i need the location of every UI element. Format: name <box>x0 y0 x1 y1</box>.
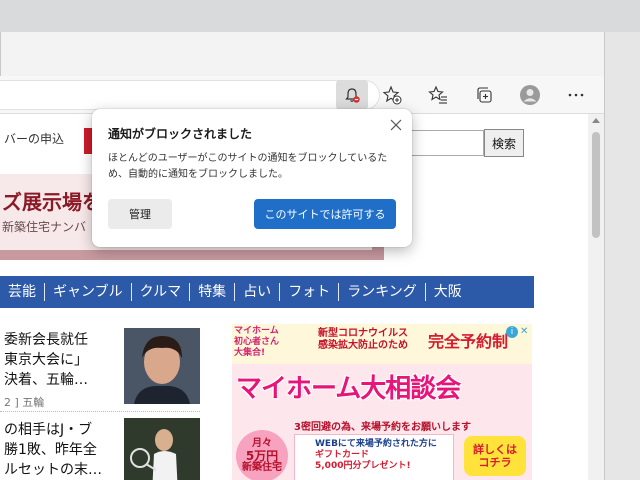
news-headline-line: 委新会長就任 <box>4 332 88 348</box>
category-nav: 芸能 ギャンブル クルマ 特集 占い フォト ランキング 大阪 <box>0 276 534 308</box>
ad-top-caption: 新型コロナウイルス 感染拡大防止のため <box>318 328 408 351</box>
manage-button[interactable]: 管理 <box>108 199 172 229</box>
ad-price-badge: 月々 5万円 新築住宅 <box>236 430 288 480</box>
list-item[interactable]: の相手はJ・ブ 勝1敗、昨年全 ルセットの末… <box>0 416 200 480</box>
ad-top-band: マイホーム 初心者さん 大集合! 新型コロナウイルス 感染拡大防止のため 完全予… <box>232 324 532 364</box>
banner-title: ズ展示場を <box>2 190 102 214</box>
news-headline-line: 決着、五輪… <box>4 372 88 388</box>
nav-item-ranking[interactable]: ランキング <box>339 283 426 301</box>
nav-item-fortune[interactable]: 占い <box>235 283 281 301</box>
ad-price-line: 5万円 <box>245 449 279 463</box>
more-button[interactable] <box>560 80 592 110</box>
ad-subtitle: 3密回避の為、来場予約をお願いします <box>294 422 471 433</box>
avatar <box>520 85 540 105</box>
ad-cta-line: コチラ <box>478 456 512 469</box>
news-list: 委新会長就任 東京大会に」 決着、五輪… 2 ] 五輪 の相手はJ・ブ 勝1敗、… <box>0 326 200 480</box>
ad-left-caption: マイホーム 初心者さん 大集合! <box>234 326 280 358</box>
search-button[interactable]: 検索 <box>484 129 524 157</box>
news-headline-line: の相手はJ・ブ <box>4 422 93 438</box>
popup-title: 通知がブロックされました <box>108 127 253 141</box>
star-plus-icon <box>382 85 402 105</box>
news-headline-line: 東京大会に」 <box>4 352 88 368</box>
collections-button[interactable] <box>468 80 500 110</box>
address-bar[interactable] <box>0 80 380 110</box>
ad-headline: 完全予約制 <box>428 332 509 351</box>
popup-close-button[interactable] <box>388 117 404 133</box>
banner-subtitle: 新築住宅ナンバ <box>2 220 87 234</box>
favorites-button[interactable] <box>422 80 454 110</box>
news-headline-line: ルセットの末… <box>4 462 102 478</box>
nav-item-car[interactable]: クルマ <box>132 283 191 301</box>
ad-cta-line: 詳しくは <box>473 443 517 456</box>
list-item[interactable]: 委新会長就任 東京大会に」 決着、五輪… 2 ] 五輪 <box>0 326 200 412</box>
favorites-list-icon <box>428 85 447 104</box>
scrollbar-thumb[interactable] <box>592 132 600 238</box>
popup-body: ほとんどのユーザーがこのサイトの通知をブロックしているため、自動的に通知をブロッ… <box>108 153 388 180</box>
ellipsis-icon <box>568 93 584 97</box>
notification-blocked-popup: 通知がブロックされました ほとんどのユーザーがこのサイトの通知をブロックしている… <box>92 109 412 247</box>
nav-item-gamble[interactable]: ギャンブル <box>45 283 132 301</box>
profile-button[interactable] <box>514 80 546 110</box>
advertisement[interactable]: マイホーム 初心者さん 大集合! 新型コロナウイルス 感染拡大防止のため 完全予… <box>232 324 532 480</box>
ad-gift-card: WEBにて来場予約された方に ギフトカード 5,000円分プレゼント! <box>294 434 454 480</box>
nav-item-osaka[interactable]: 大阪 <box>426 283 470 301</box>
bell-blocked-icon <box>345 88 360 103</box>
ad-close-icon[interactable]: ✕ <box>520 326 528 337</box>
nav-item-photo[interactable]: フォト <box>280 283 340 301</box>
scroll-up-arrow-icon[interactable] <box>592 118 600 123</box>
ad-price-line: 新築住宅 <box>242 462 282 473</box>
nav-item-feature[interactable]: 特集 <box>190 283 236 301</box>
news-thumbnail <box>124 418 200 480</box>
collections-icon <box>477 87 492 103</box>
news-thumbnail <box>124 328 200 404</box>
search-input[interactable] <box>408 130 484 156</box>
news-headline-line: 勝1敗、昨年全 <box>4 442 97 458</box>
close-icon <box>390 119 402 131</box>
ad-gift-line: WEBにて来場予約された方に <box>315 439 437 449</box>
notification-blocked-button[interactable] <box>336 80 368 110</box>
nav-item-geino[interactable]: 芸能 <box>0 283 45 301</box>
top-link[interactable]: バーの申込 <box>4 130 64 147</box>
allow-for-site-button[interactable]: このサイトでは許可する <box>254 199 396 229</box>
ad-gift-line: ギフトカード <box>315 450 370 460</box>
add-favorite-button[interactable] <box>376 80 408 110</box>
news-meta: 2 ] 五輪 <box>4 396 45 409</box>
ad-cta-button[interactable]: 詳しくは コチラ <box>464 436 526 476</box>
ad-info-icon[interactable]: i <box>506 326 518 338</box>
ad-gift-line: 5,000円分プレゼント! <box>315 461 411 471</box>
ad-main-title: マイホーム大相談会 <box>236 374 461 404</box>
tab-strip <box>0 32 604 76</box>
window-edge <box>604 32 640 480</box>
vertical-scrollbar[interactable] <box>588 114 604 480</box>
ad-gift-text: WEBにて来場予約された方に ギフトカード 5,000円分プレゼント! <box>315 439 437 472</box>
